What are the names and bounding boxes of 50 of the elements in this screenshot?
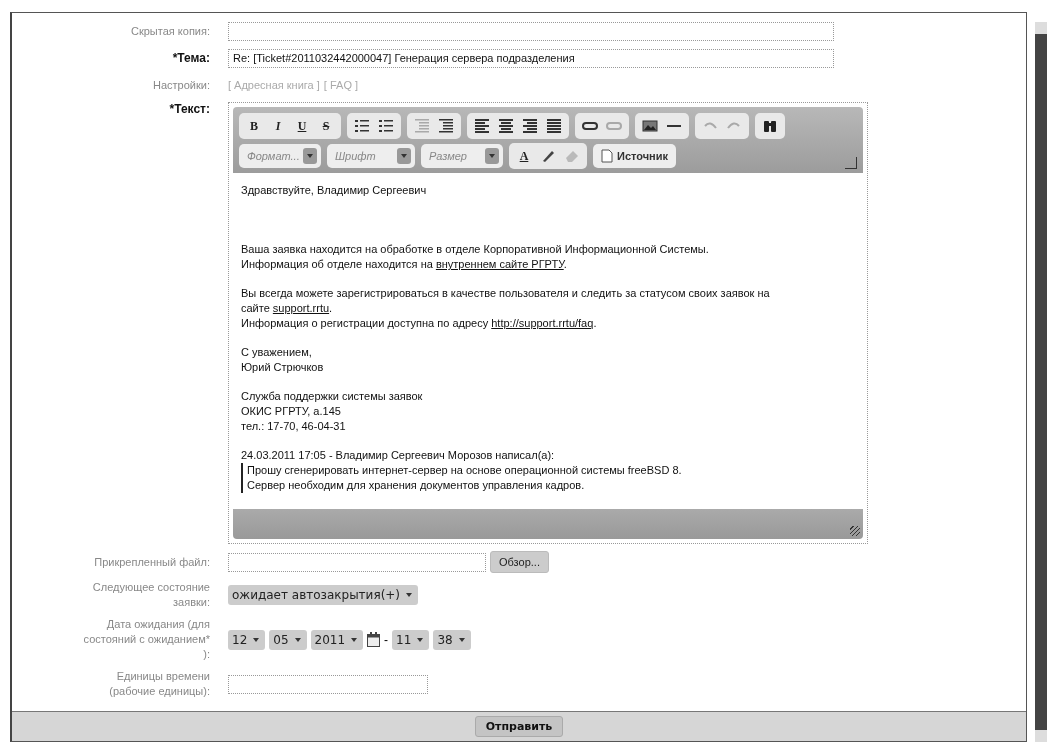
input-field[interactable] [228,21,834,41]
year-dropdown[interactable]: 2011 [310,629,364,650]
input-field[interactable]: Re: [Ticket#2011032442000047] Генерация сервера подразделения [228,48,834,68]
field-label: Следующее состояние заявки: [91,580,211,610]
message-text-line: Юрий Стрючков [241,360,325,375]
message-text-line: тел.: 17-70, 46-04-31 [241,419,347,434]
field-label: *Тема: [171,51,211,65]
text-link[interactable]: внутреннем сайте РГРТУ [435,258,564,270]
field-label: *Текст: [168,102,211,116]
resize-grip-icon[interactable] [850,526,860,536]
field-label: Дата ожидания (для состояний с ожиданием* ): [82,617,211,662]
format-button[interactable]: B [243,115,265,137]
file-input-field[interactable] [228,552,486,572]
submit-button[interactable]: Отправить [474,716,564,737]
quoted-text-line: Сервер необходим для хранения документов управления кадров. [247,478,586,493]
message-text-line: Служба поддержки системы заявок [241,389,424,404]
text-color-button[interactable]: A [513,145,535,167]
scrollbar[interactable] [1035,22,1047,742]
document-icon [601,149,613,163]
caret-icon [303,148,317,164]
message-text-line: 24.03.2011 17:05 - Владимир Сергеевич Морозов написал(а): [241,448,556,463]
calendar-icon[interactable] [367,632,381,647]
message-text-line: сайте support.rrtu. [241,301,334,316]
message-text-line: ОКИС РГРТУ, а.145 [241,404,342,419]
message-text-line: Здравствуйте, Владимир Сергеевич [241,183,428,198]
hour-dropdown[interactable]: 11 [392,629,430,650]
day-dropdown[interactable]: 12 [228,629,266,650]
field-label: Прикрепленный файл: [93,556,211,568]
caret-icon [397,148,411,164]
field-label: Настройки: [152,79,211,91]
quoted-text-line: Прошу сгенерировать интернет-сервер на основе операционной системы freeBSD 8. [247,463,683,478]
format-button[interactable]: U [291,115,313,137]
source-button[interactable]: Источник [593,144,676,168]
input-field[interactable] [228,674,428,694]
field-label: Скрытая копия: [130,25,211,37]
message-text-line: Информация об отделе находится на внутреннем сайте РГРТУ. [241,257,568,272]
message-text-line: С уважением, [241,345,313,360]
collapse-icon[interactable] [845,157,857,169]
state-dropdown[interactable]: ожидает автозакрытия(+) [228,585,419,605]
message-text-line: Ваша заявка находится на обработке в отделе Корпоративной Информационной Системы. [241,242,710,257]
format-button[interactable]: I [267,115,289,137]
format-button[interactable]: S [315,115,337,137]
caret-icon [485,148,499,164]
month-dropdown[interactable]: 05 [269,629,307,650]
message-text-line: Вы всегда можете зарегистрироваться в качестве пользователя и следить за статусом своих заявок на [241,286,771,301]
field-label: Единицы времени (рабочие единицы): [108,669,211,699]
time-separator: - [384,632,389,647]
message-text-line: Информация о регистрации доступна по адресу http://support.rrtu/faq. [241,316,598,331]
browse-button[interactable]: Обзор... [490,551,549,573]
minute-dropdown[interactable]: 38 [433,629,471,650]
